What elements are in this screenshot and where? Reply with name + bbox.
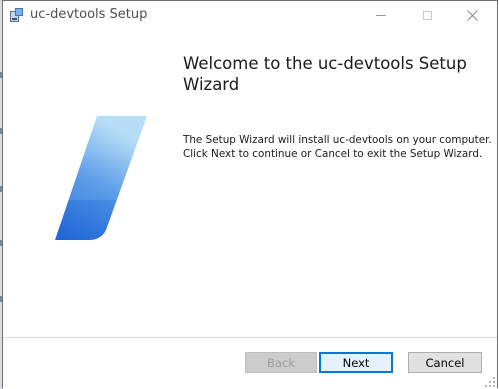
close-icon — [466, 9, 478, 21]
welcome-heading: Welcome to the uc-devtools Setup Wizard — [183, 54, 467, 94]
back-button[interactable]: Back — [245, 352, 317, 373]
maximize-button[interactable] — [404, 1, 450, 29]
title-bar[interactable]: uc-devtools Setup — [3, 1, 497, 31]
cancel-button[interactable]: Cancel — [408, 352, 482, 373]
minimize-icon — [376, 14, 386, 16]
window-title: uc-devtools Setup — [30, 7, 148, 22]
description-line: Click Next to continue or Cancel to exit… — [183, 147, 483, 160]
installer-icon — [10, 8, 23, 22]
button-bar: Back Next Cancel — [3, 337, 497, 389]
resize-grip-icon[interactable] — [485, 377, 495, 387]
setup-window: uc-devtools Setup Welcome to the uc-devt… — [2, 0, 498, 389]
welcome-description: The Setup Wizard will install uc-devtool… — [183, 134, 492, 161]
minimize-button[interactable] — [358, 1, 404, 29]
uc-devtools-logo — [55, 116, 147, 240]
description-line: The Setup Wizard will install uc-devtool… — [183, 134, 492, 146]
close-button[interactable] — [449, 1, 495, 29]
next-button[interactable]: Next — [319, 352, 393, 373]
maximize-icon — [422, 10, 432, 20]
